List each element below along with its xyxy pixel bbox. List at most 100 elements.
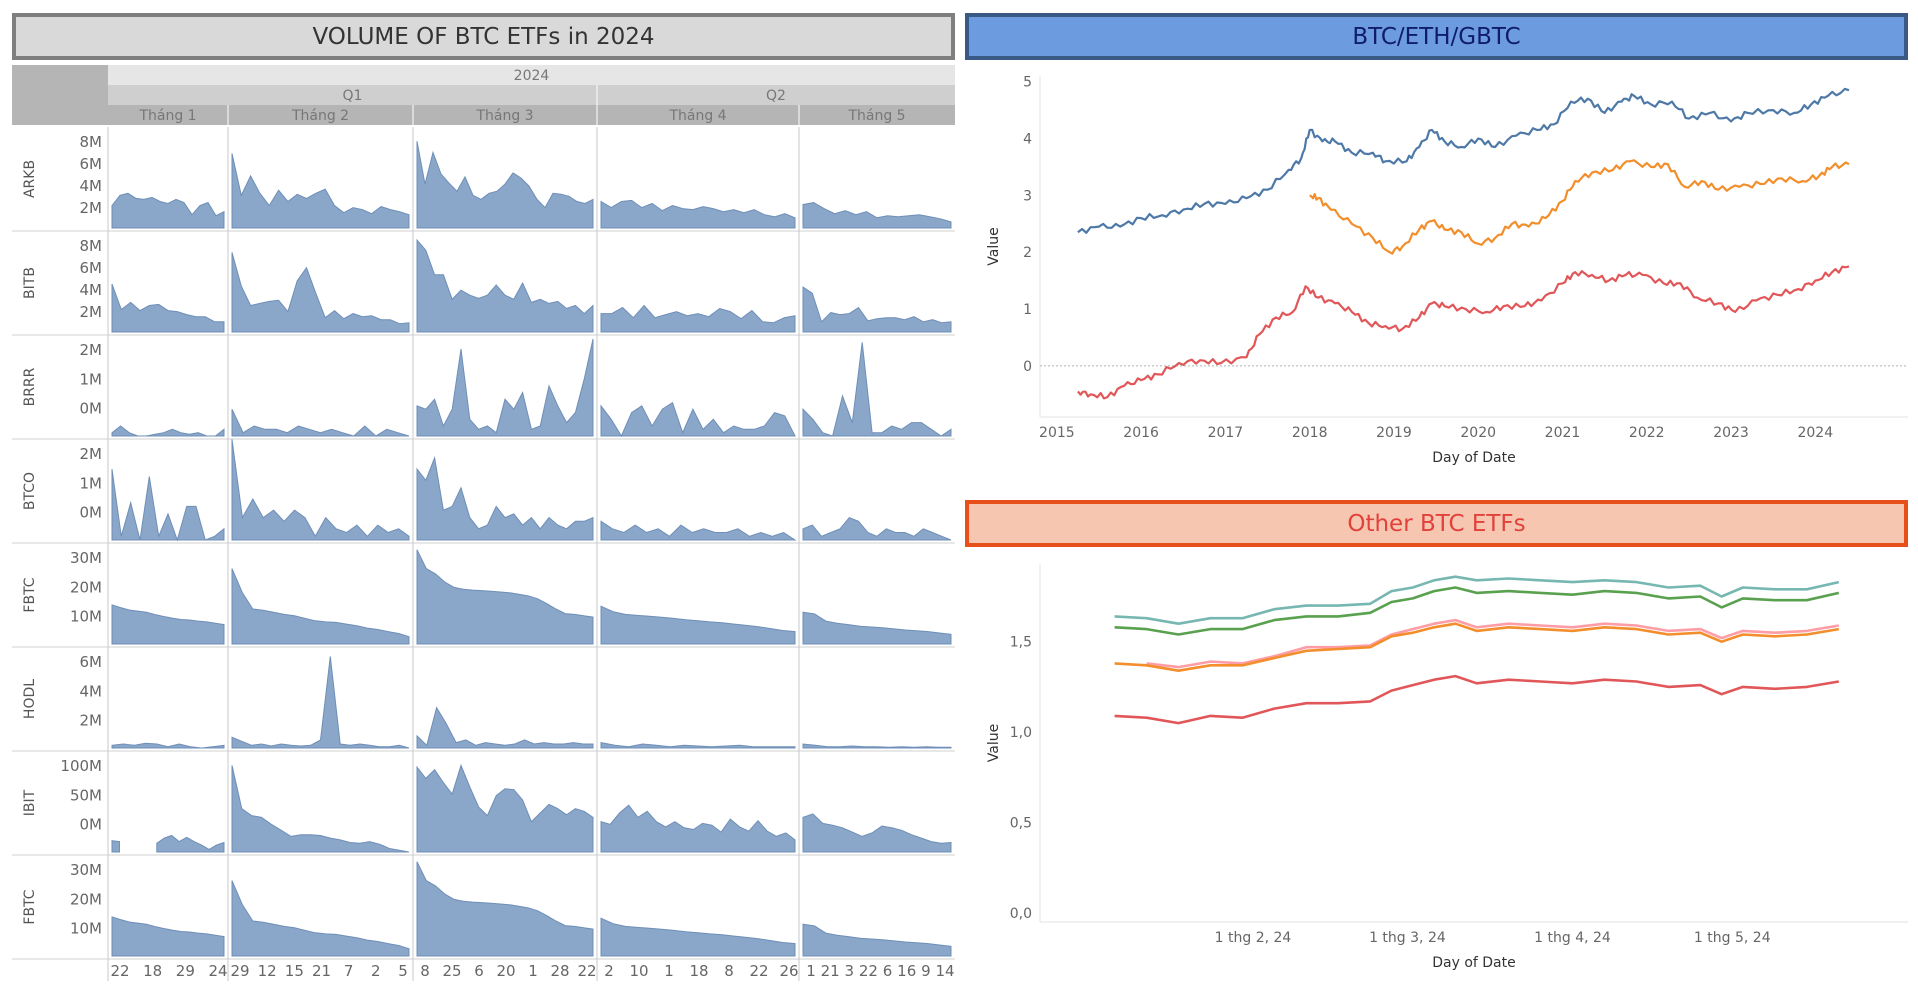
volume-area-hodl (600, 741, 796, 749)
x-tick-label: 2024 (1797, 425, 1833, 441)
x-tick-label: 29 (230, 962, 249, 980)
btc-eth-gbtc-line-chart: 5 4 3 2 1 0 2015 2016 2017 2018 2019 2020 2021 2022 20… (986, 75, 1908, 466)
other-btc-etfs-line-chart: 0,0 0,5 1,0 1,5 1 thg 2, 24 1 thg 3, 24 1 thg … (986, 564, 1908, 971)
x-tick-label: 16 (897, 962, 916, 980)
row-y-tick-label: 0M (80, 504, 103, 522)
x-tick-label: 15 (285, 962, 304, 980)
volume-area-brrr (231, 408, 410, 437)
x-tick-label: 21 (821, 962, 840, 980)
row-y-tick-label: 0M (80, 400, 103, 418)
x-tick-label: 6 (474, 962, 484, 980)
volume-area-btco (600, 520, 797, 541)
row-y-tick-label: 2M (80, 341, 103, 359)
y-tick-label: 0,5 (1010, 816, 1032, 832)
x-axis-title: Day of Date (1432, 450, 1516, 466)
volume-area-arkb (600, 199, 796, 229)
x-tick-label: 21 (312, 962, 331, 980)
volume-area-fbtc (802, 611, 952, 645)
volume-area-brrr (600, 401, 796, 438)
row-y-tick-label: 2M (80, 445, 103, 463)
series-line-3 (1114, 622, 1840, 672)
x-tick-label: 1 thg 5, 24 (1694, 930, 1771, 946)
row-y-tick-label: 1M (80, 370, 103, 388)
row-ticker-label: BITB (22, 267, 38, 299)
row-y-tick-label: 2M (80, 199, 103, 217)
x-tick-label: 2017 (1208, 425, 1244, 441)
x-tick-label: 22 (577, 962, 596, 980)
row-y-tick-label: 8M (80, 133, 103, 151)
x-tick-label: 2020 (1460, 425, 1496, 441)
row-y-tick-label: 10M (70, 608, 102, 626)
row-ticker-label: BRRR (22, 367, 38, 406)
x-tick-label: 2023 (1713, 425, 1749, 441)
row-y-tick-label: 6M (80, 155, 103, 173)
row-y-tick-label: 10M (70, 920, 102, 938)
volume-area-fbtc (416, 549, 594, 645)
y-axis-title: Value (986, 227, 1002, 265)
month-label: Tháng 4 (668, 108, 726, 124)
row-y-tick-label: 30M (70, 549, 102, 567)
row-y-tick-label: 20M (70, 890, 102, 908)
y-tick-label: 0 (1023, 359, 1032, 375)
volume-area-arkb (231, 153, 410, 229)
x-tick-label: 3 (845, 962, 855, 980)
volume-area-ibit (111, 840, 120, 853)
y-tick-label: 3 (1023, 188, 1032, 204)
x-tick-label: 8 (724, 962, 734, 980)
volume-area-btco (416, 456, 594, 541)
volume-area-bitb (600, 304, 796, 333)
x-tick-label: 1 (528, 962, 538, 980)
x-tick-label: 20 (496, 962, 515, 980)
volume-area-fbtc (111, 604, 225, 645)
x-tick-label: 2016 (1123, 425, 1159, 441)
x-tick-label: 9 (921, 962, 931, 980)
header-corner (12, 65, 108, 125)
volume-area-btco (802, 517, 952, 541)
y-tick-label: 2 (1023, 245, 1032, 261)
volume-area-fbtc (600, 917, 796, 957)
x-tick-label: 8 (420, 962, 430, 980)
x-tick-label: 26 (779, 962, 798, 980)
volume-area-hodl (416, 706, 594, 749)
y-tick-label: 1,5 (1010, 635, 1032, 651)
volume-area-bitb (416, 238, 594, 333)
row-ticker-label: IBIT (22, 789, 38, 816)
series-line-0 (1077, 87, 1850, 234)
btc-eth-gbtc-panel-title: BTC/ETH/GBTC (965, 13, 1908, 60)
volume-area-brrr (416, 338, 594, 437)
series-line-1 (1309, 159, 1850, 255)
year-label: 2024 (514, 68, 550, 84)
volume-area-brrr (802, 342, 952, 437)
x-tick-label: 18 (689, 962, 708, 980)
row-y-tick-label: 4M (80, 177, 103, 195)
row-y-tick-label: 30M (70, 861, 102, 879)
month-label: Tháng 1 (138, 108, 196, 124)
x-tick-label: 1 (664, 962, 674, 980)
x-tick-label: 5 (398, 962, 408, 980)
volume-area-fbtc (111, 916, 225, 957)
volume-area-ibit (231, 765, 410, 853)
volume-area-ibit (416, 763, 594, 853)
x-tick-label: 2 (604, 962, 614, 980)
row-ticker-label: FBTC (22, 889, 38, 924)
x-tick-label: 22 (859, 962, 878, 980)
volume-area-ibit (802, 813, 952, 853)
x-tick-label: 2018 (1292, 425, 1328, 441)
x-tick-label: 2022 (1629, 425, 1665, 441)
quarter-label: Q1 (343, 88, 363, 104)
x-tick-label: 14 (935, 962, 954, 980)
row-y-tick-label: 0M (80, 816, 103, 834)
volume-area-arkb (802, 201, 952, 229)
volume-area-hodl (231, 656, 410, 749)
x-tick-label: 18 (143, 962, 162, 980)
x-tick-label: 25 (442, 962, 461, 980)
x-tick-label: 2021 (1545, 425, 1581, 441)
x-tick-label: 22 (749, 962, 768, 980)
volume-area-brrr (111, 425, 225, 437)
volume-area-fbtc (231, 880, 410, 957)
volume-area-btco (111, 469, 225, 542)
y-tick-label: 5 (1023, 75, 1032, 91)
row-ticker-label: BTCO (22, 472, 38, 510)
x-tick-label: 2 (371, 962, 381, 980)
volume-area-ibit (600, 804, 796, 853)
